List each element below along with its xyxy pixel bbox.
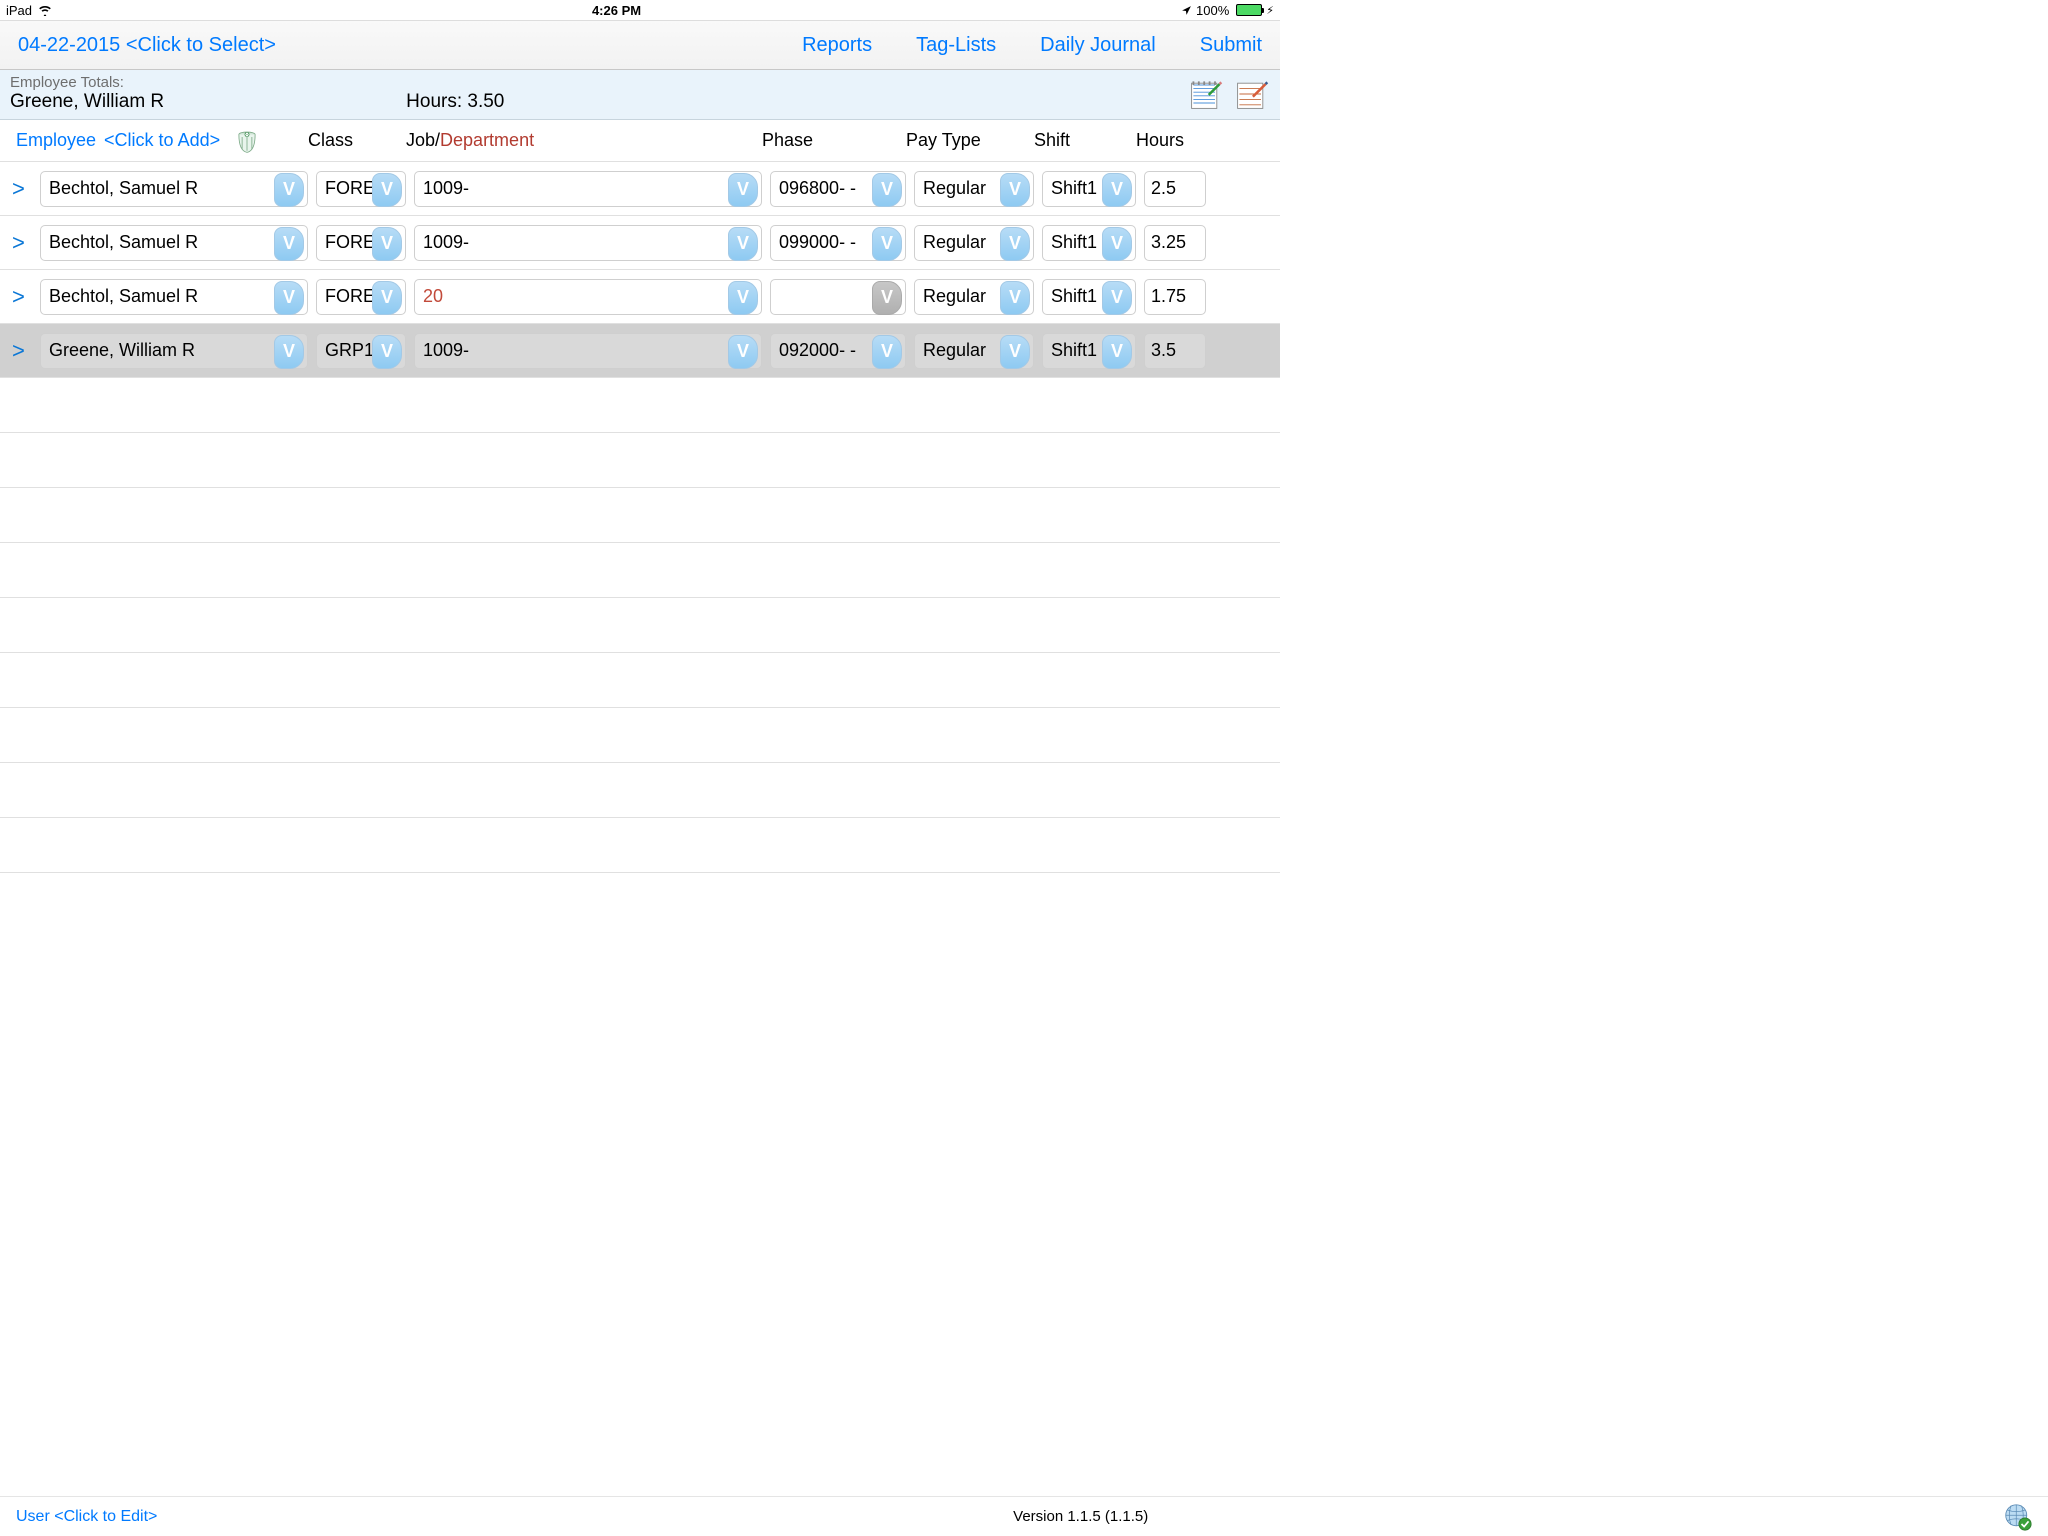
expand-arrow-icon[interactable]: > [10, 176, 40, 202]
battery-percent: 100% [1196, 3, 1229, 18]
job-field[interactable]: 1009- [414, 333, 762, 369]
dropdown-icon[interactable]: V [872, 335, 902, 369]
class-header: Class [308, 130, 406, 151]
edit-note-icon[interactable] [1234, 76, 1270, 112]
dropdown-icon[interactable]: V [1000, 281, 1030, 315]
employee-totals-bar: Employee Totals: Greene, William R Hours… [0, 70, 1280, 120]
globe-icon[interactable] [2004, 1503, 2032, 1531]
table-row[interactable]: >Greene, William RVGRP1V1009-V092000- -V… [0, 324, 1280, 378]
footer-bar: User <Click to Edit> Version 1.1.5 (1.1.… [0, 1496, 2048, 1536]
daily-journal-link[interactable]: Daily Journal [1040, 34, 1156, 57]
employee-field[interactable]: Bechtol, Samuel R [40, 279, 308, 315]
tag-lists-link[interactable]: Tag-Lists [916, 34, 996, 57]
dropdown-icon[interactable]: V [274, 227, 304, 261]
battery-icon [1236, 4, 1262, 16]
department-header: Department [440, 130, 534, 150]
employee-header[interactable]: Employee [16, 130, 96, 151]
shift-header: Shift [1034, 130, 1136, 151]
dropdown-icon[interactable]: V [728, 281, 758, 315]
paytype-header: Pay Type [906, 130, 1034, 151]
table-row[interactable]: >Bechtol, Samuel RVFOREV1009-V096800- -V… [0, 162, 1280, 216]
dropdown-icon[interactable]: V [1000, 173, 1030, 207]
dropdown-icon[interactable]: V [372, 281, 402, 315]
expand-arrow-icon[interactable]: > [10, 284, 40, 310]
job-field[interactable]: 1009- [414, 171, 762, 207]
dropdown-icon[interactable]: V [728, 227, 758, 261]
dropdown-icon[interactable]: V [1102, 173, 1132, 207]
device-label: iPad [6, 3, 32, 18]
hours-field[interactable]: 1.75 [1144, 279, 1206, 315]
dropdown-icon[interactable]: V [872, 227, 902, 261]
version-label: Version 1.1.5 (1.1.5) [157, 1508, 2004, 1525]
dropdown-icon[interactable]: V [872, 173, 902, 207]
dropdown-icon[interactable]: V [274, 173, 304, 207]
empty-area [0, 378, 1280, 873]
dropdown-icon[interactable]: V [1102, 227, 1132, 261]
hours-field[interactable]: 3.25 [1144, 225, 1206, 261]
employee-add-link[interactable]: <Click to Add> [104, 130, 220, 151]
dropdown-icon[interactable]: V [728, 173, 758, 207]
employee-field[interactable]: Bechtol, Samuel R [40, 171, 308, 207]
hours-field[interactable]: 2.5 [1144, 171, 1206, 207]
toolbar: 04-22-2015 <Click to Select> Reports Tag… [0, 20, 1280, 70]
dropdown-icon[interactable]: V [728, 335, 758, 369]
table-row[interactable]: >Bechtol, Samuel RVFOREV1009-V099000- -V… [0, 216, 1280, 270]
employee-totals-name: Greene, William R [10, 91, 164, 113]
expand-arrow-icon[interactable]: > [10, 338, 40, 364]
date-selector[interactable]: 04-22-2015 <Click to Select> [18, 34, 276, 57]
reports-link[interactable]: Reports [802, 34, 872, 57]
status-bar: iPad 4:26 PM 100% ⚡︎ [0, 0, 1280, 20]
location-icon [1181, 5, 1192, 16]
dropdown-icon[interactable]: V [372, 227, 402, 261]
employee-field[interactable]: Greene, William R [40, 333, 308, 369]
hours-field[interactable]: 3.5 [1144, 333, 1206, 369]
dropdown-icon[interactable]: V [372, 335, 402, 369]
dropdown-icon[interactable]: V [1102, 335, 1132, 369]
employee-field[interactable]: Bechtol, Samuel R [40, 225, 308, 261]
table-row[interactable]: >Bechtol, Samuel RVFOREV20VVRegularVShif… [0, 270, 1280, 324]
dropdown-icon[interactable]: V [1102, 281, 1132, 315]
employee-totals-hours: Hours: 3.50 [406, 91, 504, 113]
column-headers: Employee <Click to Add> Class Job/Depart… [0, 120, 1280, 162]
hours-header: Hours [1136, 130, 1200, 151]
dropdown-icon[interactable]: V [1000, 335, 1030, 369]
job-header: Job/Department [406, 130, 762, 151]
dropdown-icon[interactable]: V [274, 281, 304, 315]
submit-link[interactable]: Submit [1200, 34, 1262, 57]
dropdown-icon[interactable]: V [274, 335, 304, 369]
expand-arrow-icon[interactable]: > [10, 230, 40, 256]
wifi-icon [38, 4, 52, 16]
dropdown-icon[interactable]: V [372, 173, 402, 207]
data-rows: >Bechtol, Samuel RVFOREV1009-V096800- -V… [0, 162, 1280, 378]
job-field[interactable]: 20 [414, 279, 762, 315]
phase-header: Phase [762, 130, 906, 151]
dropdown-icon[interactable]: V [1000, 227, 1030, 261]
charging-icon: ⚡︎ [1266, 4, 1274, 17]
clock: 4:26 PM [52, 3, 1181, 18]
job-field[interactable]: 1009- [414, 225, 762, 261]
employee-totals-label: Employee Totals: [10, 74, 164, 91]
user-edit-link[interactable]: User <Click to Edit> [16, 1508, 157, 1526]
notes-icon[interactable] [1188, 76, 1224, 112]
trash-icon[interactable] [234, 128, 260, 154]
dropdown-icon: V [872, 281, 902, 315]
